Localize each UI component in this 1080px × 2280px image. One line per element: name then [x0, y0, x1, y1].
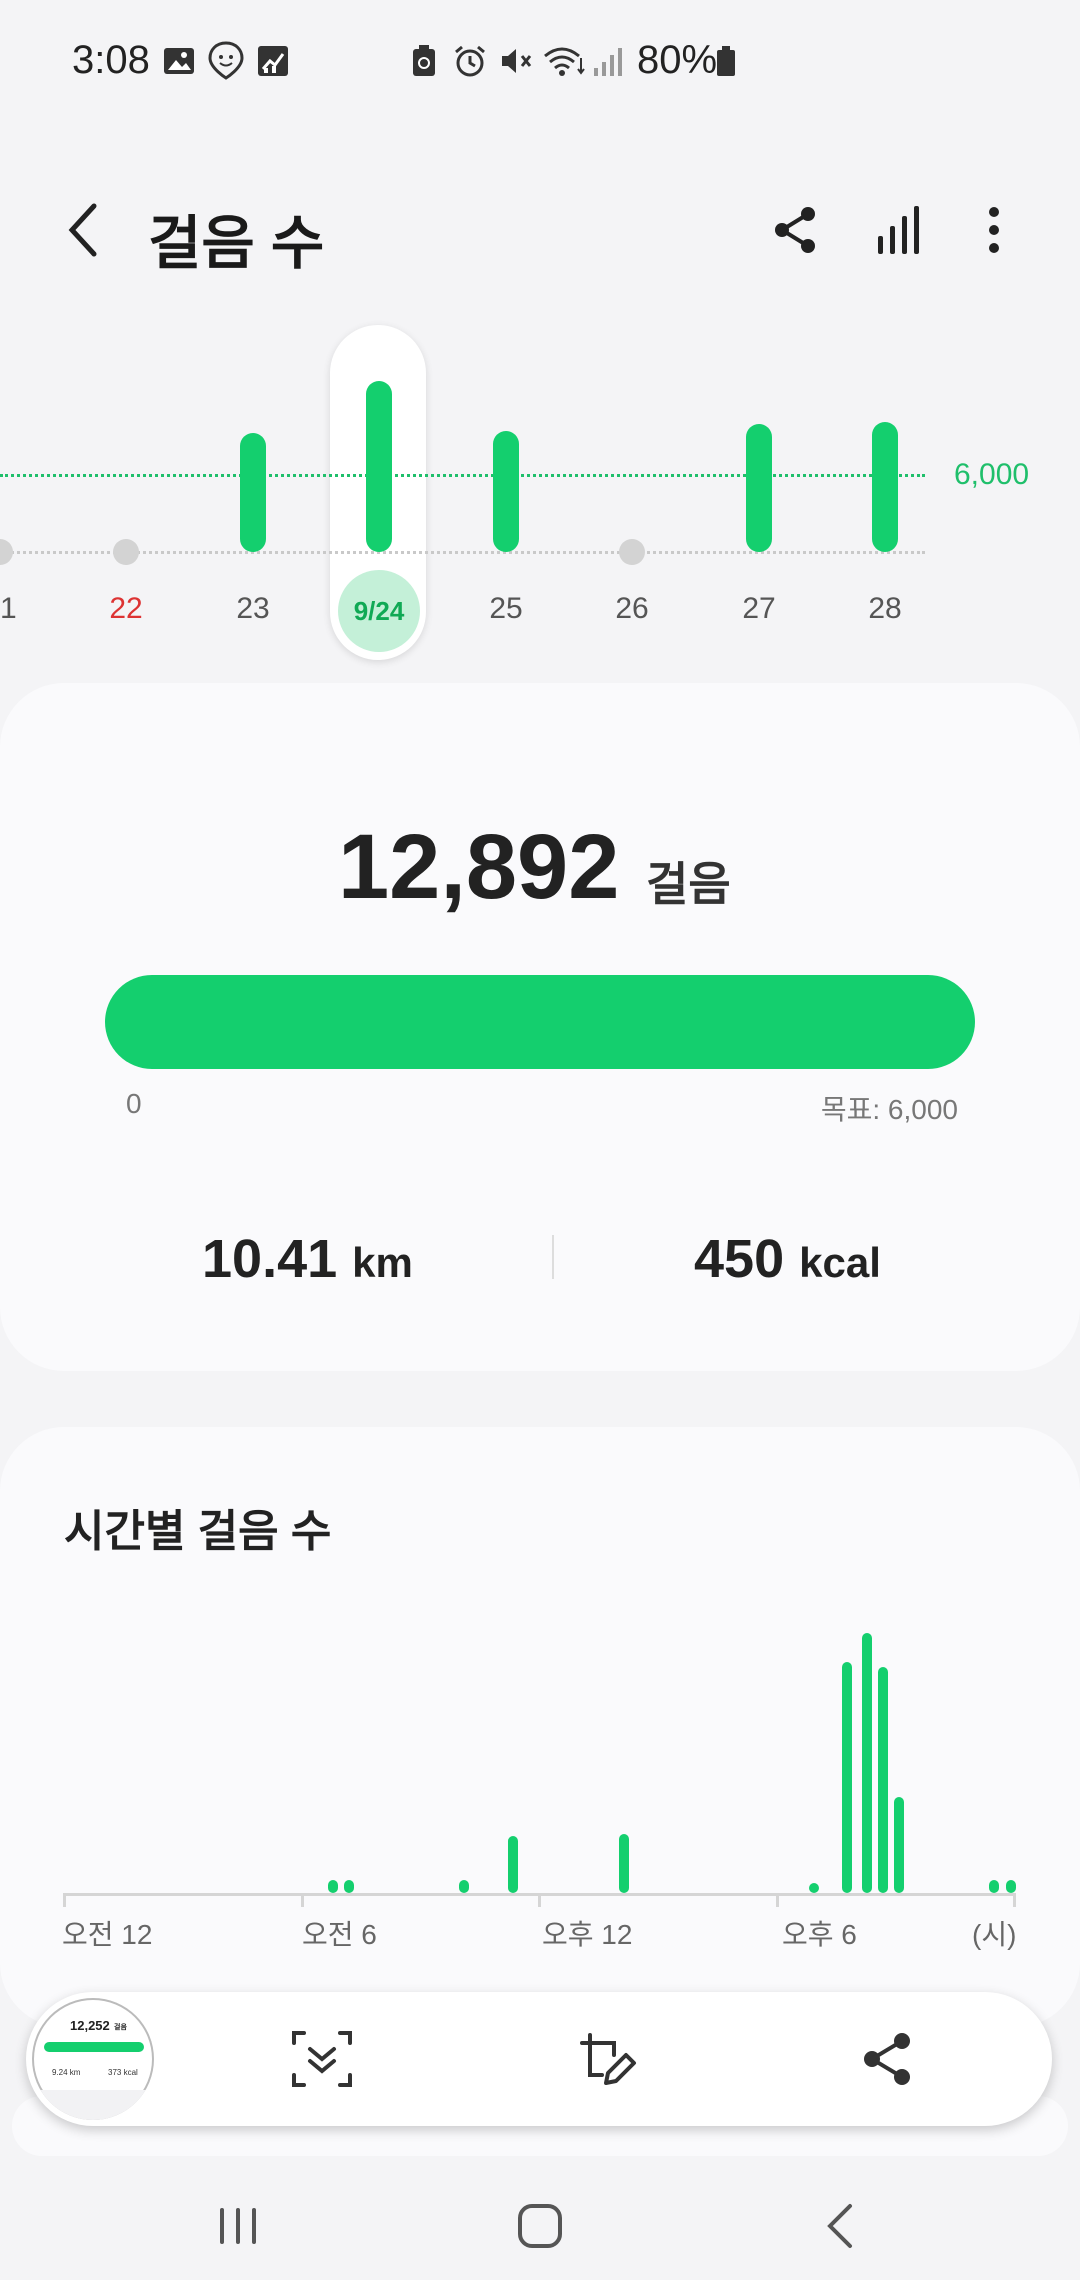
- share-icon[interactable]: [766, 200, 826, 260]
- hour-axis-label: (시): [972, 1919, 1017, 1950]
- recent-apps-icon[interactable]: [208, 2196, 268, 2256]
- hour-bar: [894, 1796, 905, 1893]
- hour-tick: [775, 1893, 779, 1907]
- status-time: 3:08: [72, 38, 150, 82]
- hour-bar: [1005, 1880, 1016, 1893]
- hour-bar: [809, 1882, 820, 1893]
- thumb-kcal: 373 kcal: [108, 2068, 138, 2077]
- weekly-steps-chart: 6,000 21 22 23 9/24 25 26 27 28: [0, 320, 1080, 660]
- steps-progress-bar: [105, 975, 975, 1069]
- hour-tick: [300, 1893, 304, 1907]
- face-location-icon: [208, 41, 244, 80]
- alarm-icon: [455, 45, 485, 77]
- day-label-selected[interactable]: 9/24: [338, 570, 420, 652]
- steps-unit: 걸음: [646, 858, 731, 910]
- hour-bar: [327, 1880, 338, 1893]
- day-label[interactable]: 27: [719, 592, 799, 626]
- crop-edit-icon[interactable]: [572, 2025, 640, 2093]
- signal-icon: [594, 48, 622, 76]
- day-label[interactable]: 21: [0, 592, 40, 626]
- battery-saver-icon: [413, 45, 435, 76]
- day-empty-dot[interactable]: [0, 539, 13, 565]
- capture-toolbar: 12,252 걸음 9.24 km 373 kcal: [26, 1992, 1052, 2126]
- system-nav-bar: [0, 2170, 1080, 2280]
- thumb-progress: [44, 2042, 144, 2052]
- hour-axis-label: 오후 6: [782, 1919, 857, 1950]
- steps-count: 12,892: [338, 816, 620, 918]
- more-vert-icon[interactable]: [964, 200, 1024, 260]
- stat-divider: [552, 1235, 554, 1279]
- hour-bar: [861, 1633, 872, 1893]
- progress-goal-label: 목표: 6,000: [820, 1094, 958, 1125]
- scroll-capture-icon[interactable]: [288, 2025, 356, 2093]
- steps-summary-card: 12,892 걸음 0 목표: 6,000 10.41 km 450 kcal: [0, 683, 1080, 1371]
- calories-stat: 450 kcal: [694, 1228, 881, 1290]
- thumb-lower: [32, 2090, 154, 2120]
- battery-percent: 80%: [637, 38, 718, 82]
- day-label[interactable]: 22: [86, 592, 166, 626]
- home-icon[interactable]: [510, 2196, 570, 2256]
- day-label[interactable]: 23: [213, 592, 293, 626]
- hour-tick: [1013, 1893, 1016, 1907]
- hour-bar: [344, 1880, 354, 1893]
- bar-stats-icon[interactable]: [870, 200, 930, 260]
- goal-line: [0, 474, 925, 477]
- hourly-title: 시간별 걸음 수: [64, 1507, 332, 1556]
- day-bar[interactable]: [872, 421, 898, 552]
- hour-axis-label: 오후 12: [542, 1919, 633, 1950]
- gallery-icon: [164, 48, 194, 74]
- day-bar[interactable]: [493, 430, 519, 552]
- day-bar[interactable]: [366, 380, 392, 552]
- thumb-unit: 걸음: [114, 2024, 127, 2031]
- day-bar[interactable]: [746, 424, 772, 552]
- day-bar[interactable]: [240, 433, 266, 552]
- wifi-icon: [544, 47, 585, 76]
- distance-value: 10.41: [202, 1229, 338, 1289]
- progress-min-label: 0: [126, 1088, 142, 1119]
- hour-axis-label: 오전 12: [62, 1919, 153, 1950]
- day-empty-dot[interactable]: [113, 539, 139, 565]
- distance-unit: km: [352, 1239, 413, 1286]
- hour-bar: [989, 1880, 1000, 1893]
- goal-label: 6,000: [954, 458, 1030, 491]
- distance-stat: 10.41 km: [202, 1228, 413, 1290]
- day-empty-dot[interactable]: [619, 539, 645, 565]
- status-bar: 3:08 80%: [0, 0, 1080, 125]
- page-title: 걸음 수: [148, 211, 325, 276]
- thumb-distance: 9.24 km: [52, 2068, 81, 2077]
- hour-bar: [507, 1836, 518, 1893]
- hour-bar: [877, 1666, 888, 1893]
- hour-axis-label: 오전 6: [302, 1919, 377, 1950]
- hour-bar: [841, 1662, 852, 1893]
- thumb-steps: 12,252: [70, 2018, 110, 2033]
- hour-tick: [538, 1893, 541, 1907]
- screenshot-thumbnail[interactable]: 12,252 걸음 9.24 km 373 kcal: [32, 1998, 154, 2120]
- mute-icon: [502, 49, 532, 73]
- calories-unit: kcal: [799, 1239, 881, 1286]
- hour-bar: [619, 1834, 630, 1893]
- trend-app-icon: [258, 46, 288, 76]
- back-nav-icon[interactable]: [812, 2196, 872, 2256]
- hourly-steps-card: 시간별 걸음 수 오전 12 오전 6 오후 12 오후 6 (시): [0, 1427, 1080, 2027]
- battery-icon: [717, 46, 735, 76]
- day-label[interactable]: 26: [592, 592, 672, 626]
- day-label[interactable]: 25: [466, 592, 546, 626]
- hour-tick: [63, 1893, 66, 1907]
- hour-bar: [458, 1880, 469, 1893]
- calories-value: 450: [694, 1229, 785, 1289]
- share-icon[interactable]: [854, 2025, 922, 2093]
- day-label[interactable]: 28: [845, 592, 925, 626]
- back-arrow-icon[interactable]: [60, 200, 110, 260]
